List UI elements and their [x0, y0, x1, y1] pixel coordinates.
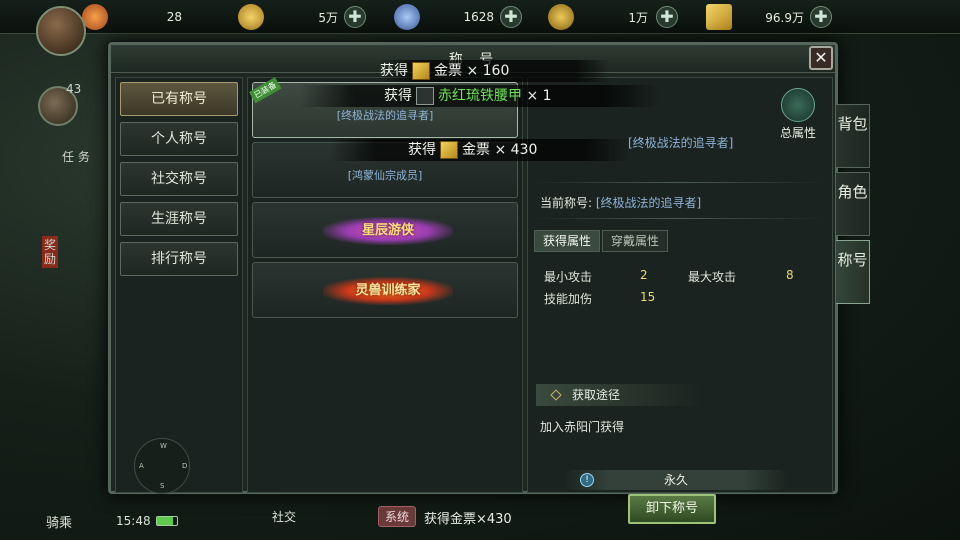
add-copper-button[interactable]: ✚	[656, 6, 678, 28]
resource-gem: 28	[82, 4, 192, 30]
duration-bar: ! 永久	[564, 470, 788, 490]
menu-personal-titles[interactable]: 个人称号	[120, 122, 238, 156]
tab-character[interactable]: 角色	[836, 172, 870, 236]
bottom-bar: 骑乘 15:48 社交 系统 获得金票×430	[0, 498, 960, 540]
toast-qty: × 1	[526, 88, 552, 104]
resource-coin: 5万	[238, 4, 342, 30]
resource-bar: 28 5万 ✚ 1628 ✚ 1万 ✚ 96.9万 ✚	[0, 0, 960, 34]
add-silver-button[interactable]: ✚	[500, 6, 522, 28]
detail-title-name: [终极战法的追寻者]	[628, 136, 734, 150]
title-banner-beast: 灵兽训练家	[323, 277, 453, 305]
title-category-menu: 已有称号 个人称号 社交称号 生涯称号 排行称号 W A D S	[115, 77, 243, 494]
clock: 15:48	[116, 514, 151, 528]
pet-level: 43	[66, 82, 82, 96]
chat-message[interactable]: 获得金票×430	[424, 508, 512, 527]
gold-ticket-icon	[412, 62, 430, 80]
source-title: 获取途径	[572, 388, 621, 402]
joystick-label-s: S	[160, 482, 165, 490]
toast-prefix: 获得	[384, 88, 412, 104]
current-title-value: [终极战法的追寻者]	[595, 196, 702, 210]
toast-prefix: 获得	[408, 142, 436, 158]
reward-tab[interactable]: 奖 励	[42, 236, 58, 268]
menu-career-titles[interactable]: 生涯称号	[120, 202, 238, 236]
duration-value: 永久	[663, 473, 688, 487]
diamond-icon	[550, 389, 562, 401]
source-text: 加入赤阳门获得	[540, 420, 625, 434]
title-banner-star: 星辰游侠	[323, 217, 453, 245]
title-dialog: 称 号 ✕ 已有称号 个人称号 社交称号 生涯称号 排行称号 W A D S 已…	[108, 42, 838, 524]
equipped-badge: 已装备	[249, 77, 282, 104]
menu-ranking-titles[interactable]: 排行称号	[120, 242, 238, 276]
joystick-label-w: W	[160, 442, 167, 450]
stat-label: 技能加伤	[544, 292, 593, 306]
close-button[interactable]: ✕	[809, 46, 833, 70]
stat-value: 15	[640, 290, 656, 304]
chat-channel-badge: 系统	[378, 506, 417, 527]
silver-icon	[394, 4, 420, 30]
tab-gain-attributes[interactable]: 获得属性	[534, 230, 600, 252]
title-card-desc: [鸿蒙仙宗成员]	[347, 169, 423, 182]
source-section-header: 获取途径	[536, 384, 704, 406]
reward-toast: 获得 赤红琉铁腰甲 × 1	[300, 85, 660, 107]
gold-ticket-icon	[706, 4, 732, 30]
joystick-label-d: D	[182, 462, 188, 470]
mount-button[interactable]: 骑乘	[46, 512, 72, 531]
current-title-label: 当前称号:	[540, 196, 593, 210]
gold-ticket-icon	[440, 141, 458, 159]
divider	[534, 182, 824, 183]
resource-silver: 1628	[394, 4, 498, 30]
copper-coin-icon	[548, 4, 574, 30]
title-card-desc: [终极战法的追寻者]	[336, 109, 434, 122]
toast-item: 赤红琉铁腰甲	[438, 88, 522, 104]
stat-value: 2	[640, 268, 648, 282]
toast-prefix: 获得	[380, 63, 408, 79]
joystick-label-a: A	[139, 462, 144, 470]
reward-toast: 获得 金票 × 160	[380, 60, 610, 82]
total-attributes-label: 总属性	[779, 126, 816, 140]
player-avatar[interactable]	[36, 6, 86, 56]
movement-joystick[interactable]: W A D S	[134, 438, 190, 494]
armor-belt-icon	[416, 87, 434, 105]
resource-gold-ticket: 96.9万	[706, 4, 808, 30]
toast-qty: × 430	[494, 142, 538, 158]
menu-owned-titles[interactable]: 已有称号	[120, 82, 238, 116]
resource-copper: 1万	[548, 4, 652, 30]
quest-tab[interactable]: 任 务	[62, 148, 90, 165]
total-attributes-button[interactable]: 总属性	[768, 88, 828, 141]
battery-icon	[156, 516, 178, 526]
menu-social-titles[interactable]: 社交称号	[120, 162, 238, 196]
tab-wear-attributes[interactable]: 穿戴属性	[602, 230, 668, 252]
attributes-icon	[781, 88, 815, 122]
toast-qty: × 160	[466, 63, 510, 79]
tab-title[interactable]: 称号	[836, 240, 870, 304]
current-title-row: 当前称号: [终极战法的追寻者]	[540, 194, 701, 211]
title-card[interactable]: 灵兽训练家	[252, 262, 518, 318]
add-gold-ticket-button[interactable]: ✚	[810, 6, 832, 28]
tab-backpack[interactable]: 背包	[836, 104, 870, 168]
divider	[534, 218, 824, 219]
add-coin-button[interactable]: ✚	[344, 6, 366, 28]
title-card[interactable]: 星辰游侠	[252, 202, 518, 258]
coin-icon	[238, 4, 264, 30]
info-icon[interactable]: !	[580, 473, 594, 487]
stat-label: 最大攻击	[688, 270, 737, 284]
stat-label: 最小攻击	[544, 270, 593, 284]
toast-item: 金票	[462, 142, 490, 158]
social-button[interactable]: 社交	[272, 508, 296, 525]
stat-value: 8	[786, 268, 794, 282]
reward-toast: 获得 金票 × 430	[330, 139, 630, 161]
gem-icon	[82, 4, 108, 30]
toast-item: 金票	[434, 63, 462, 79]
